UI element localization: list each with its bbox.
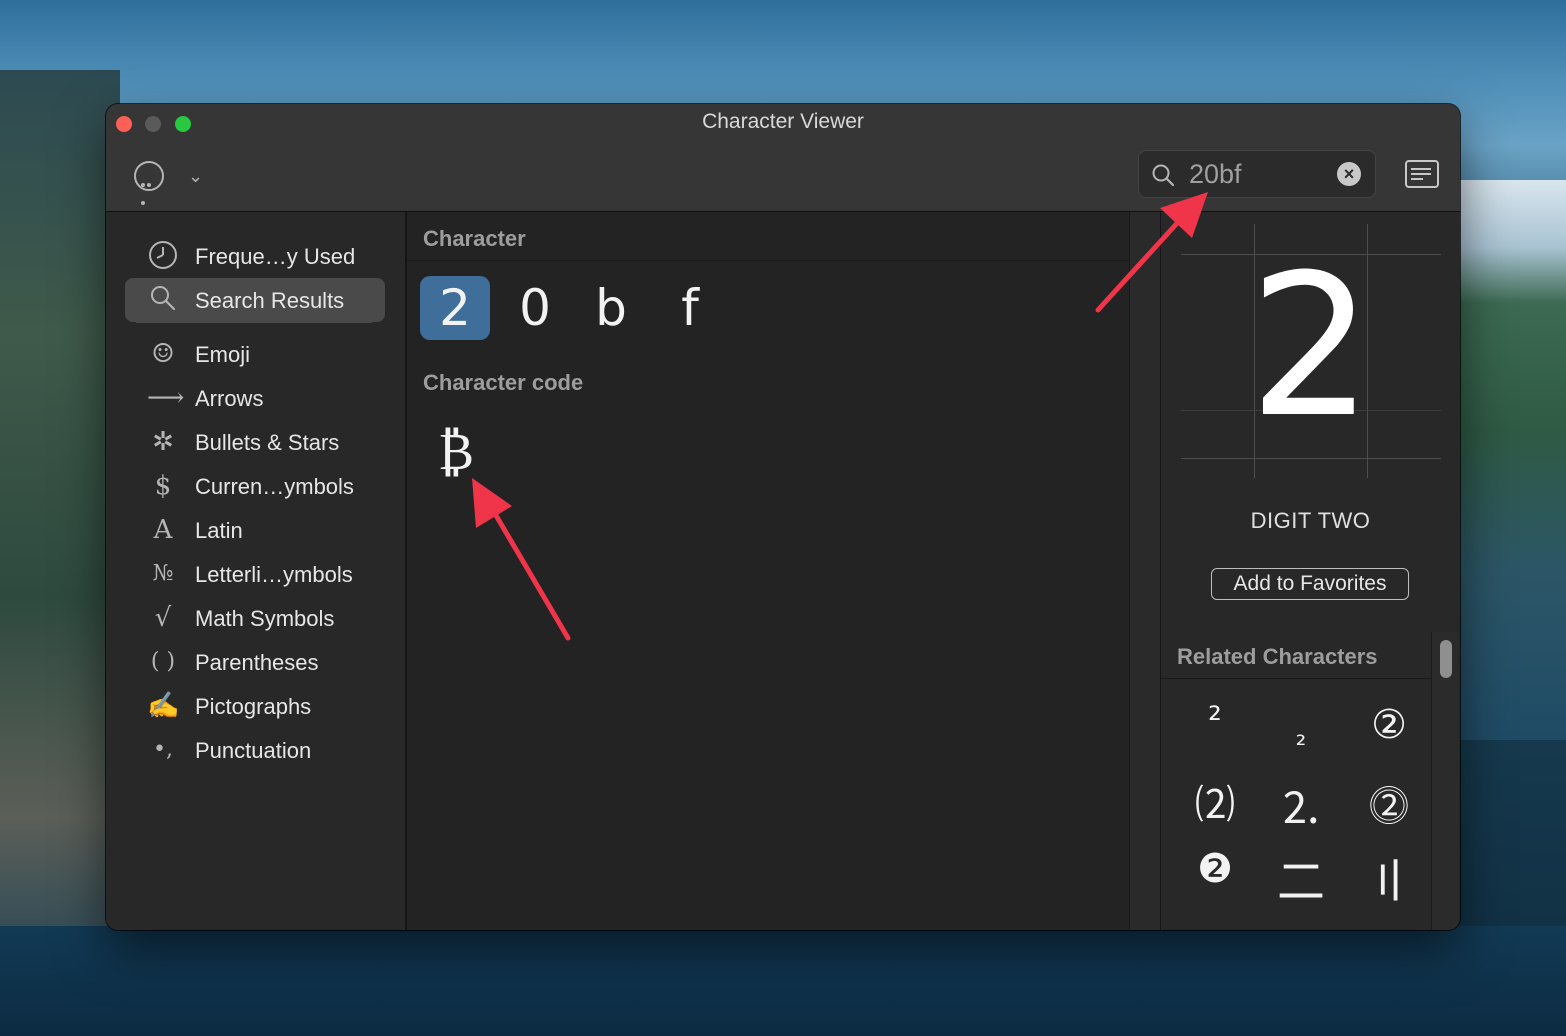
annotation-arrow-result xyxy=(472,478,571,641)
annotation-arrow-search xyxy=(1095,192,1208,313)
annotation-arrows xyxy=(472,192,1208,641)
